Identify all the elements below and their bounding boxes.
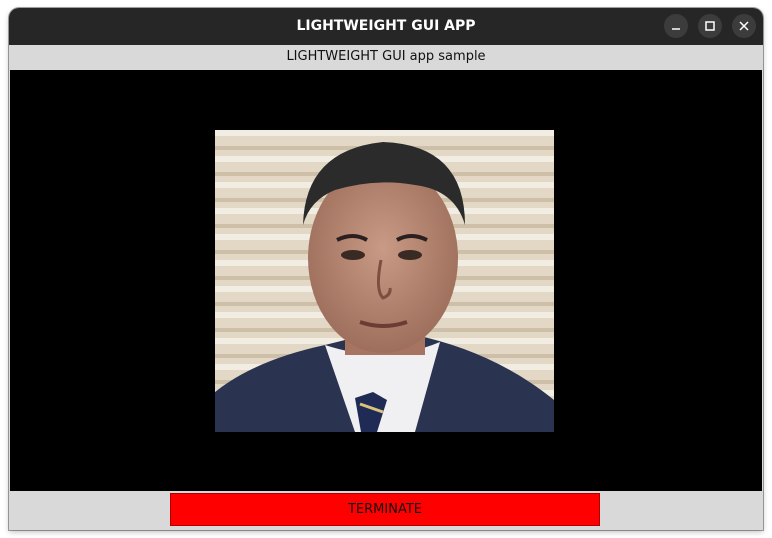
video-canvas xyxy=(10,70,762,491)
title-bar[interactable]: LIGHTWEIGHT GUI APP xyxy=(9,8,763,45)
app-window: LIGHTWEIGHT GUI APP LIGHTWEIGHT GUI app … xyxy=(9,8,763,530)
close-button[interactable] xyxy=(732,14,756,38)
maximize-button[interactable] xyxy=(698,14,722,38)
minimize-icon xyxy=(672,28,680,30)
portrait-photo xyxy=(215,130,554,432)
subtitle-label: LIGHTWEIGHT GUI app sample xyxy=(286,49,486,64)
maximize-icon xyxy=(705,21,715,31)
window-title: LIGHTWEIGHT GUI APP xyxy=(296,18,476,34)
bottom-bar: TERMINATE xyxy=(9,491,763,530)
subtitle-bar: LIGHTWEIGHT GUI app sample xyxy=(9,45,763,69)
close-icon xyxy=(739,21,749,31)
terminate-button[interactable]: TERMINATE xyxy=(170,493,600,526)
minimize-button[interactable] xyxy=(664,14,688,38)
